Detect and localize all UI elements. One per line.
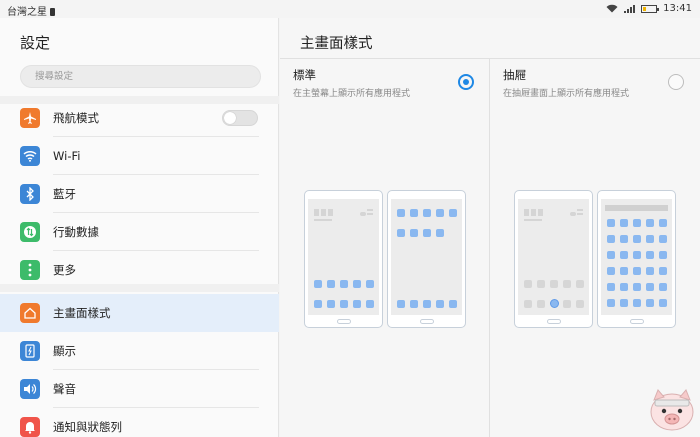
drawer-preview-apps [597, 190, 676, 328]
section-divider [0, 284, 279, 292]
sidebar-item-display[interactable]: 顯示 [0, 332, 279, 370]
sidebar-item-label: 聲音 [53, 382, 76, 396]
option-description: 在抽屜畫面上顯示所有應用程式 [503, 89, 630, 99]
signal-icon [624, 4, 636, 13]
sidebar-item-label: 顯示 [53, 344, 76, 358]
sidebar-item-label: 通知與狀態列 [53, 420, 122, 434]
settings-sidebar: 設定 搜尋設定 飛航模式 Wi-Fi 藍牙 行動數據 更多 主畫面樣式 顯示 聲… [0, 18, 279, 437]
status-right: 13:41 [606, 3, 692, 14]
home-icon [20, 303, 40, 323]
sidebar-item-home-screen-style[interactable]: 主畫面樣式 [0, 294, 279, 332]
sidebar-title: 設定 [20, 34, 51, 52]
sidebar-item-label: 行動數據 [53, 225, 99, 239]
display-icon [20, 341, 40, 361]
option-description: 在主螢幕上顯示所有應用程式 [293, 89, 411, 99]
wifi-icon [20, 146, 40, 166]
carrier-label: 台灣之星 [7, 3, 55, 18]
mobile-data-icon [20, 222, 40, 242]
sidebar-item-label: 飛航模式 [53, 111, 99, 125]
drawer-radio[interactable] [668, 74, 684, 90]
sidebar-item-label: Wi-Fi [53, 149, 81, 163]
sidebar-item-label: 更多 [53, 263, 76, 277]
search-input[interactable]: 搜尋設定 [20, 65, 261, 88]
sound-icon [20, 379, 40, 399]
sidebar-item-bluetooth[interactable]: 藍牙 [0, 175, 279, 213]
sidebar-item-sound[interactable]: 聲音 [0, 370, 279, 408]
option-standard[interactable]: 標準 在主螢幕上顯示所有應用程式 [280, 59, 490, 437]
option-title: 抽屜 [503, 68, 526, 82]
airplane-icon [20, 108, 40, 128]
sidebar-item-label: 主畫面樣式 [53, 306, 111, 320]
drawer-preview-home [514, 190, 593, 328]
standard-preview-home [304, 190, 383, 328]
sidebar-item-mobile-data[interactable]: 行動數據 [0, 213, 279, 251]
sim-icon [50, 8, 55, 16]
bluetooth-icon [20, 184, 40, 204]
more-icon [20, 260, 40, 280]
standard-preview-apps [387, 190, 466, 328]
home-screen-style-panel: 主畫面樣式 標準 在主螢幕上顯示所有應用程式 抽屜 在抽屜畫面上顯示所有應用程式 [280, 18, 700, 437]
page-title: 主畫面樣式 [300, 36, 373, 52]
mascot-watermark-icon [646, 382, 698, 434]
option-drawer[interactable]: 抽屜 在抽屜畫面上顯示所有應用程式 [490, 59, 700, 437]
standard-radio[interactable] [458, 74, 474, 90]
battery-icon [641, 4, 660, 13]
status-bar: 台灣之星 13:41 [0, 0, 700, 18]
sidebar-item-notifications[interactable]: 通知與狀態列 [0, 408, 279, 437]
option-title: 標準 [293, 68, 316, 82]
clock: 13:41 [663, 3, 692, 14]
notification-icon [20, 417, 40, 437]
airplane-mode-toggle[interactable] [222, 110, 258, 126]
sidebar-item-wifi[interactable]: Wi-Fi [0, 137, 279, 175]
sidebar-item-label: 藍牙 [53, 187, 76, 201]
wifi-status-icon [606, 4, 618, 13]
sidebar-item-airplane-mode[interactable]: 飛航模式 [0, 99, 279, 137]
